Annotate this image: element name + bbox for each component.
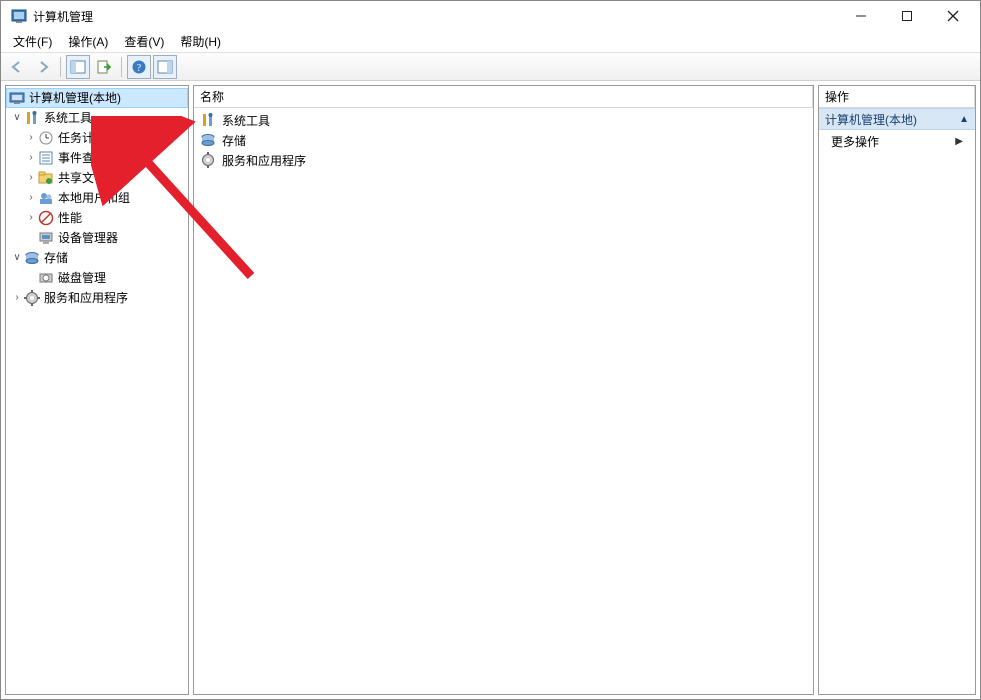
list-item-label: 服务和应用程序 xyxy=(222,152,306,169)
tree-label: 共享文件夹 xyxy=(58,168,118,188)
list-pane: 名称 系统工具 存储 服务和应用程序 xyxy=(193,85,814,695)
nav-tree[interactable]: 计算机管理(本地) ∨ 系统工具 › 任务计划程序 › 事件查看器 › 共享文件 xyxy=(6,86,188,310)
tree-pane: 计算机管理(本地) ∨ 系统工具 › 任务计划程序 › 事件查看器 › 共享文件 xyxy=(5,85,189,695)
tree-label: 服务和应用程序 xyxy=(44,288,128,308)
actions-group-header[interactable]: 计算机管理(本地) ▲ xyxy=(819,108,975,130)
close-button[interactable] xyxy=(930,1,976,31)
list-item[interactable]: 存储 xyxy=(196,130,811,150)
menubar: 文件(F) 操作(A) 查看(V) 帮助(H) xyxy=(1,31,980,53)
maximize-button[interactable] xyxy=(884,1,930,31)
menu-help[interactable]: 帮助(H) xyxy=(172,31,229,52)
expand-icon[interactable]: › xyxy=(24,128,38,148)
storage-icon xyxy=(24,250,40,266)
export-list-button[interactable] xyxy=(92,55,116,79)
tree-label: 任务计划程序 xyxy=(58,128,130,148)
expand-icon[interactable]: › xyxy=(24,208,38,228)
svg-text:?: ? xyxy=(137,63,142,74)
actions-header-label: 操作 xyxy=(825,88,849,105)
action-more[interactable]: 更多操作 ▶ xyxy=(819,130,975,152)
actions-pane: 操作 计算机管理(本地) ▲ 更多操作 ▶ xyxy=(818,85,976,695)
forward-button[interactable] xyxy=(31,55,55,79)
event-log-icon xyxy=(38,150,54,166)
disk-icon xyxy=(38,270,54,286)
collapse-icon[interactable]: ∨ xyxy=(10,108,24,128)
tools-icon xyxy=(200,112,216,128)
tools-icon xyxy=(24,110,40,126)
minimize-button[interactable] xyxy=(838,1,884,31)
tree-node-local-users[interactable]: › 本地用户和组 xyxy=(6,188,188,208)
device-icon xyxy=(38,230,54,246)
storage-icon xyxy=(200,132,216,148)
tree-label: 事件查看器 xyxy=(58,148,118,168)
clock-icon xyxy=(38,130,54,146)
list-item[interactable]: 服务和应用程序 xyxy=(196,150,811,170)
tree-node-task-scheduler[interactable]: › 任务计划程序 xyxy=(6,128,188,148)
menu-action[interactable]: 操作(A) xyxy=(60,31,116,52)
tree-label: 本地用户和组 xyxy=(58,188,130,208)
list-item-label: 系统工具 xyxy=(222,112,270,129)
tree-node-event-viewer[interactable]: › 事件查看器 xyxy=(6,148,188,168)
tree-node-services-apps[interactable]: › 服务和应用程序 xyxy=(6,288,188,308)
titlebar: 计算机管理 xyxy=(1,1,980,31)
tree-label: 设备管理器 xyxy=(58,228,118,248)
back-button[interactable] xyxy=(5,55,29,79)
performance-icon xyxy=(38,210,54,226)
list-body[interactable]: 系统工具 存储 服务和应用程序 xyxy=(194,108,813,172)
tree-node-storage[interactable]: ∨ 存储 xyxy=(6,248,188,268)
tree-label: 存储 xyxy=(44,248,68,268)
toolbar: ? xyxy=(1,53,980,81)
actions-header: 操作 xyxy=(819,86,975,108)
expand-icon[interactable]: › xyxy=(24,168,38,188)
tree-node-device-manager[interactable]: 设备管理器 xyxy=(6,228,188,248)
column-header-label: 名称 xyxy=(200,88,224,105)
menu-view[interactable]: 查看(V) xyxy=(116,31,172,52)
shared-folder-icon xyxy=(38,170,54,186)
tree-label: 性能 xyxy=(58,208,82,228)
services-icon xyxy=(24,290,40,306)
list-item[interactable]: 系统工具 xyxy=(196,110,811,130)
actions-group-label: 计算机管理(本地) xyxy=(825,111,917,128)
app-icon xyxy=(11,8,27,24)
computer-icon xyxy=(9,90,25,106)
tree-node-root[interactable]: 计算机管理(本地) xyxy=(6,88,188,108)
tree-label: 计算机管理(本地) xyxy=(29,88,121,108)
expand-icon[interactable]: › xyxy=(24,188,38,208)
list-item-label: 存储 xyxy=(222,132,246,149)
help-button[interactable]: ? xyxy=(127,55,151,79)
workspace: 计算机管理(本地) ∨ 系统工具 › 任务计划程序 › 事件查看器 › 共享文件 xyxy=(1,81,980,699)
window-title: 计算机管理 xyxy=(33,8,93,25)
action-label: 更多操作 xyxy=(831,133,879,150)
collapse-icon[interactable]: ∨ xyxy=(10,248,24,268)
expand-icon[interactable]: › xyxy=(10,288,24,308)
tree-label: 磁盘管理 xyxy=(58,268,106,288)
menu-file[interactable]: 文件(F) xyxy=(5,31,60,52)
collapse-icon: ▲ xyxy=(959,114,969,125)
show-hide-tree-button[interactable] xyxy=(66,55,90,79)
tree-node-shared-folders[interactable]: › 共享文件夹 xyxy=(6,168,188,188)
tree-node-performance[interactable]: › 性能 xyxy=(6,208,188,228)
chevron-right-icon: ▶ xyxy=(955,136,963,147)
show-hide-action-pane-button[interactable] xyxy=(153,55,177,79)
users-icon xyxy=(38,190,54,206)
services-icon xyxy=(200,152,216,168)
tree-node-system-tools[interactable]: ∨ 系统工具 xyxy=(6,108,188,128)
tree-node-disk-management[interactable]: 磁盘管理 xyxy=(6,268,188,288)
expand-icon[interactable]: › xyxy=(24,148,38,168)
tree-label: 系统工具 xyxy=(44,108,92,128)
column-header-name[interactable]: 名称 xyxy=(194,86,813,108)
